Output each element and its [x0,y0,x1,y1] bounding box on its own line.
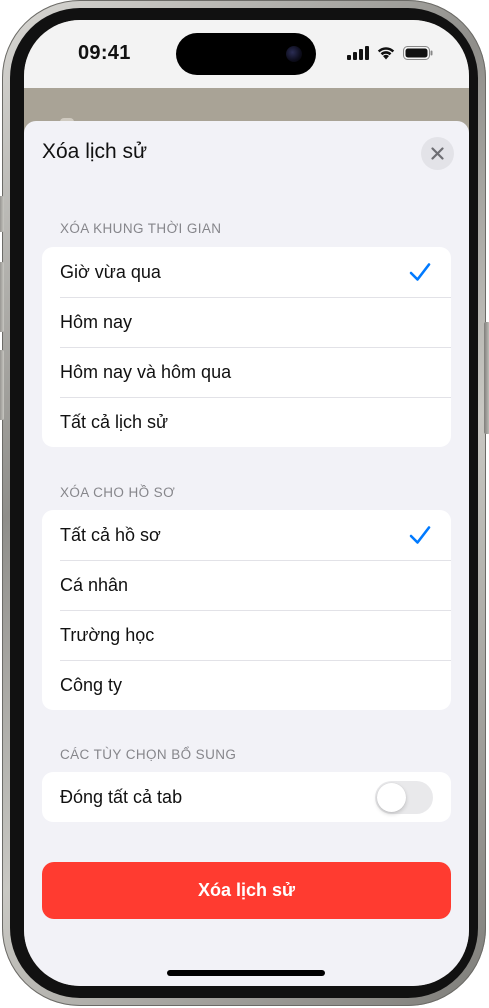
profile-option-label: Tất cả hồ sơ [60,524,161,545]
checkmark-icon [409,526,431,544]
timeframe-option-label: Hôm nay và hôm qua [60,361,232,382]
xmark-icon [431,147,444,160]
profile-option-label: Công ty [60,674,123,695]
profile-section-header: XÓA CHO HỒ SƠ [60,485,176,500]
profile-option-school[interactable]: Trường học [42,610,451,660]
volume-down-button [0,350,4,420]
status-icons [347,45,433,60]
timeframe-options-group: Giờ vừa qua Hôm nay Hôm nay và hôm qua T… [42,247,451,447]
timeframe-option-label: Hôm nay [60,311,133,332]
profile-option-all-profiles[interactable]: Tất cả hồ sơ [42,510,451,560]
profile-option-label: Trường học [60,624,155,645]
status-bar: 09:41 [24,20,469,88]
close-all-tabs-toggle[interactable] [375,781,433,814]
close-all-tabs-row: Đóng tất cả tab [42,772,451,822]
status-time: 09:41 [78,42,131,64]
volume-up-button [0,262,4,332]
timeframe-option-label: Tất cả lịch sử [60,411,169,432]
dynamic-island [176,33,316,75]
clear-history-button[interactable]: Xóa lịch sử [42,862,451,919]
wifi-icon [377,47,395,60]
timeframe-option-label: Giờ vừa qua [60,261,161,282]
timeframe-option-today[interactable]: Hôm nay [42,297,451,347]
sheet-title: Xóa lịch sử [42,140,148,163]
battery-icon [403,45,433,60]
toggle-knob [377,783,406,812]
profile-option-label: Cá nhân [60,574,129,595]
action-button [0,196,4,232]
screen: 09:41 Xóa lịch sử XÓA KHUNG THỜI GIAN Gi… [24,20,469,986]
power-button [484,322,489,434]
clear-history-sheet: Xóa lịch sử XÓA KHUNG THỜI GIAN Giờ vừa … [24,121,469,986]
profile-option-personal[interactable]: Cá nhân [42,560,451,610]
iphone-frame: 09:41 Xóa lịch sử XÓA KHUNG THỜI GIAN Gi… [0,0,489,1006]
home-indicator [167,970,325,976]
profile-options-group: Tất cả hồ sơ Cá nhân Trường học Công ty [42,510,451,710]
additional-options-section-header: CÁC TÙY CHỌN BỔ SUNG [60,747,237,762]
profile-option-work[interactable]: Công ty [42,660,451,710]
close-button[interactable] [421,137,454,170]
close-all-tabs-label: Đóng tất cả tab [60,786,183,807]
front-camera-icon [286,46,302,62]
timeframe-option-all-history[interactable]: Tất cả lịch sử [42,397,451,447]
cellular-signal-icon [347,45,369,60]
timeframe-option-today-and-yesterday[interactable]: Hôm nay và hôm qua [42,347,451,397]
additional-options-group: Đóng tất cả tab [42,772,451,822]
timeframe-section-header: XÓA KHUNG THỜI GIAN [60,221,222,236]
checkmark-icon [409,263,431,281]
timeframe-option-last-hour[interactable]: Giờ vừa qua [42,247,451,297]
